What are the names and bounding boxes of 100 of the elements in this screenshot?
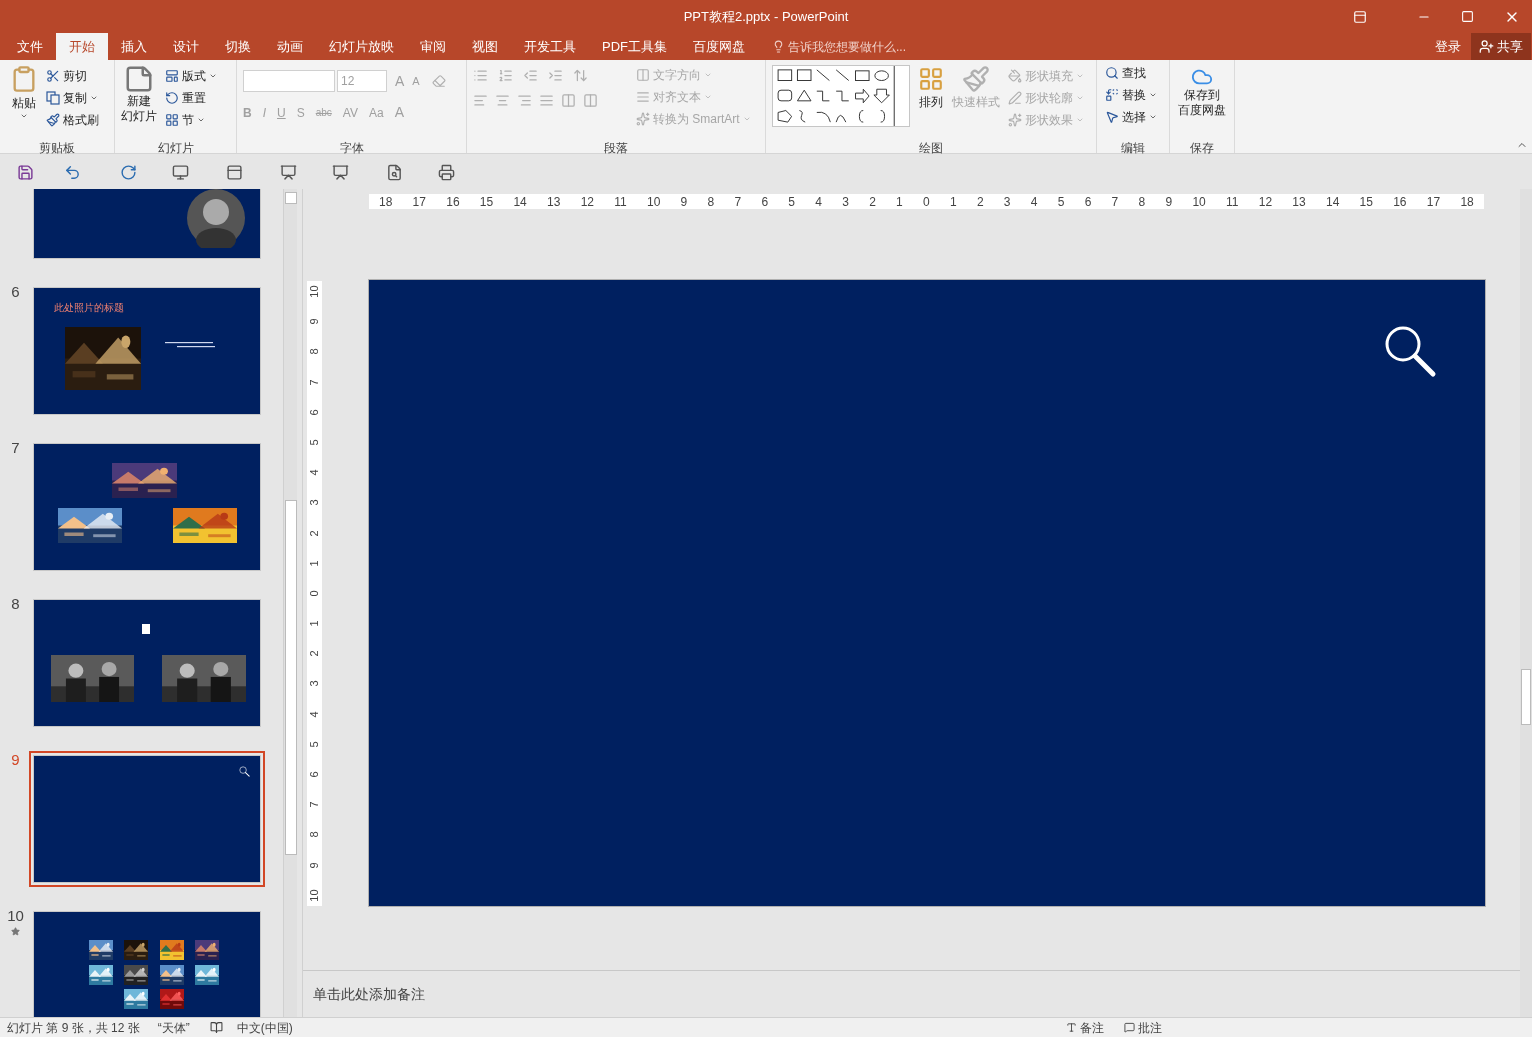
ribbon-tab[interactable]: 视图 bbox=[459, 33, 511, 60]
tell-me-field[interactable]: 告诉我您想要做什么... bbox=[772, 33, 906, 60]
ruler-number: 7 bbox=[734, 195, 742, 208]
ruler-number: 4 bbox=[309, 711, 320, 718]
ruler-number: 8 bbox=[309, 831, 320, 838]
ruler-number: 14 bbox=[513, 195, 527, 208]
ruler-number: 9 bbox=[680, 195, 688, 208]
ruler-number: 6 bbox=[309, 771, 320, 778]
ribbon-command[interactable]: 剪切 bbox=[46, 65, 99, 87]
ruler-number: 1 bbox=[309, 620, 320, 627]
ruler-number: 13 bbox=[547, 195, 561, 208]
ribbon-tab[interactable]: 文件 bbox=[4, 33, 56, 60]
group-label: 段落 bbox=[604, 141, 628, 155]
paste-button[interactable]: 粘贴 bbox=[6, 64, 42, 135]
ribbon-command[interactable]: 格式刷 bbox=[46, 109, 99, 131]
ruler-number: 7 bbox=[309, 379, 320, 386]
ruler-number: 4 bbox=[815, 195, 822, 208]
ribbon-command[interactable]: 查找 bbox=[1105, 62, 1169, 84]
ribbon-command[interactable]: 版式 bbox=[165, 65, 217, 87]
ribbon-tab[interactable]: 开始 bbox=[56, 33, 108, 60]
slide-number: 9 bbox=[11, 751, 20, 769]
ruler-number: 1 bbox=[309, 560, 320, 567]
ruler-number: 15 bbox=[479, 195, 494, 208]
group-label: 字体 bbox=[339, 141, 364, 155]
ruler-number: 7 bbox=[309, 801, 320, 808]
ribbon-tab[interactable]: 插入 bbox=[108, 33, 160, 60]
ribbon-command[interactable]: 替换 bbox=[1105, 84, 1169, 106]
ribbon-command[interactable]: 选择 bbox=[1105, 106, 1169, 128]
ribbon-tab[interactable]: PDF工具集 bbox=[589, 33, 680, 60]
ribbon-tab[interactable]: 切换 bbox=[212, 33, 264, 60]
language[interactable]: 中文(中国) bbox=[236, 1018, 293, 1037]
slide-number: 6 bbox=[11, 283, 20, 301]
notes-button[interactable]: 备注 bbox=[1066, 1018, 1104, 1037]
save-to-cloud-button[interactable]: 保存到 百度网盘 bbox=[1170, 60, 1234, 135]
ruler-number: 8 bbox=[707, 195, 715, 208]
ribbon-tab[interactable]: 审阅 bbox=[407, 33, 459, 60]
ruler-number: 18 bbox=[379, 195, 393, 208]
ruler-number: 4 bbox=[309, 469, 320, 476]
ruler-number: 12 bbox=[580, 195, 594, 208]
slide-number: 10 bbox=[7, 907, 24, 925]
ruler-number: 4 bbox=[1030, 195, 1038, 208]
ruler-number: 1 bbox=[949, 195, 957, 208]
ruler-number: 0 bbox=[309, 590, 320, 597]
ribbon-command[interactable]: 重置 bbox=[165, 87, 217, 109]
ruler-number: 8 bbox=[309, 348, 320, 355]
ruler-number: 2 bbox=[869, 195, 876, 208]
window-title: PPT教程2.pptx - PowerPoint bbox=[683, 7, 849, 26]
ruler-number: 11 bbox=[614, 195, 627, 208]
ribbon-tab[interactable]: 幻灯片放映 bbox=[316, 33, 407, 60]
ruler-number: 7 bbox=[1111, 195, 1119, 208]
ribbon-command[interactable]: 节 bbox=[165, 109, 217, 131]
sign-in-link[interactable]: 登录 bbox=[1425, 33, 1471, 60]
ribbon-tab[interactable]: 开发工具 bbox=[511, 33, 589, 60]
ruler-number: 16 bbox=[446, 195, 460, 208]
arrange-button[interactable]: 排列 bbox=[918, 65, 944, 135]
ruler-number: 9 bbox=[309, 318, 320, 325]
ruler-number: 2 bbox=[309, 529, 320, 537]
ruler-number: 17 bbox=[412, 195, 426, 208]
theme-name: “天体” bbox=[157, 1019, 190, 1037]
ruler-number: 3 bbox=[842, 195, 849, 208]
ruler-number: 5 bbox=[309, 439, 320, 446]
slide-count: 幻灯片 第 9 张，共 12 张 bbox=[7, 1019, 140, 1037]
slide-number: 8 bbox=[11, 595, 20, 613]
ruler-number: 8 bbox=[1138, 195, 1146, 208]
ruler-number: 6 bbox=[1084, 195, 1092, 208]
ribbon-command[interactable]: 复制 bbox=[46, 87, 99, 109]
ribbon-tab[interactable]: 设计 bbox=[160, 33, 212, 60]
ruler-number: 3 bbox=[309, 680, 320, 687]
slide-title: 此处照片的标题 bbox=[54, 301, 124, 315]
ruler-number: 2 bbox=[976, 195, 984, 208]
new-slide-button[interactable]: 新建 幻灯片 bbox=[121, 64, 157, 135]
ruler-number: 10 bbox=[309, 285, 320, 298]
ruler-number: 13 bbox=[1292, 195, 1306, 208]
group-label: 保存 bbox=[1190, 141, 1214, 155]
ruler-number: 3 bbox=[1003, 195, 1011, 208]
ruler-number: 5 bbox=[788, 195, 796, 208]
ruler-number: 12 bbox=[1258, 195, 1273, 208]
tell-me-placeholder: 告诉我您想要做什么... bbox=[788, 38, 906, 56]
ruler-number: 2 bbox=[309, 650, 320, 657]
ruler-number: 3 bbox=[309, 499, 320, 506]
ruler-number: 9 bbox=[1165, 195, 1173, 208]
group-label: 幻灯片 bbox=[157, 141, 194, 155]
ruler-number: 9 bbox=[309, 862, 320, 869]
group-label: 编辑 bbox=[1121, 141, 1145, 155]
ruler-number: 18 bbox=[1460, 195, 1474, 208]
ribbon-tab[interactable]: 百度网盘 bbox=[680, 33, 758, 60]
ruler-number: 6 bbox=[309, 409, 320, 416]
ruler-number: 5 bbox=[309, 741, 320, 748]
ruler-number: 11 bbox=[1226, 195, 1239, 208]
share-button[interactable]: 共享 bbox=[1471, 33, 1531, 60]
slide-number: 7 bbox=[11, 439, 20, 457]
comments-button[interactable]: 批注 bbox=[1124, 1018, 1162, 1037]
ruler-number: 10 bbox=[1192, 195, 1206, 208]
notes-placeholder[interactable]: 单击此处添加备注 bbox=[313, 983, 425, 1005]
ruler-number: 6 bbox=[761, 195, 769, 208]
ruler-number: 14 bbox=[1325, 195, 1340, 208]
ribbon-tab[interactable]: 动画 bbox=[264, 33, 316, 60]
ruler-number: 17 bbox=[1426, 195, 1441, 208]
ruler-number: 10 bbox=[647, 195, 661, 208]
ruler-number: 16 bbox=[1393, 195, 1407, 208]
